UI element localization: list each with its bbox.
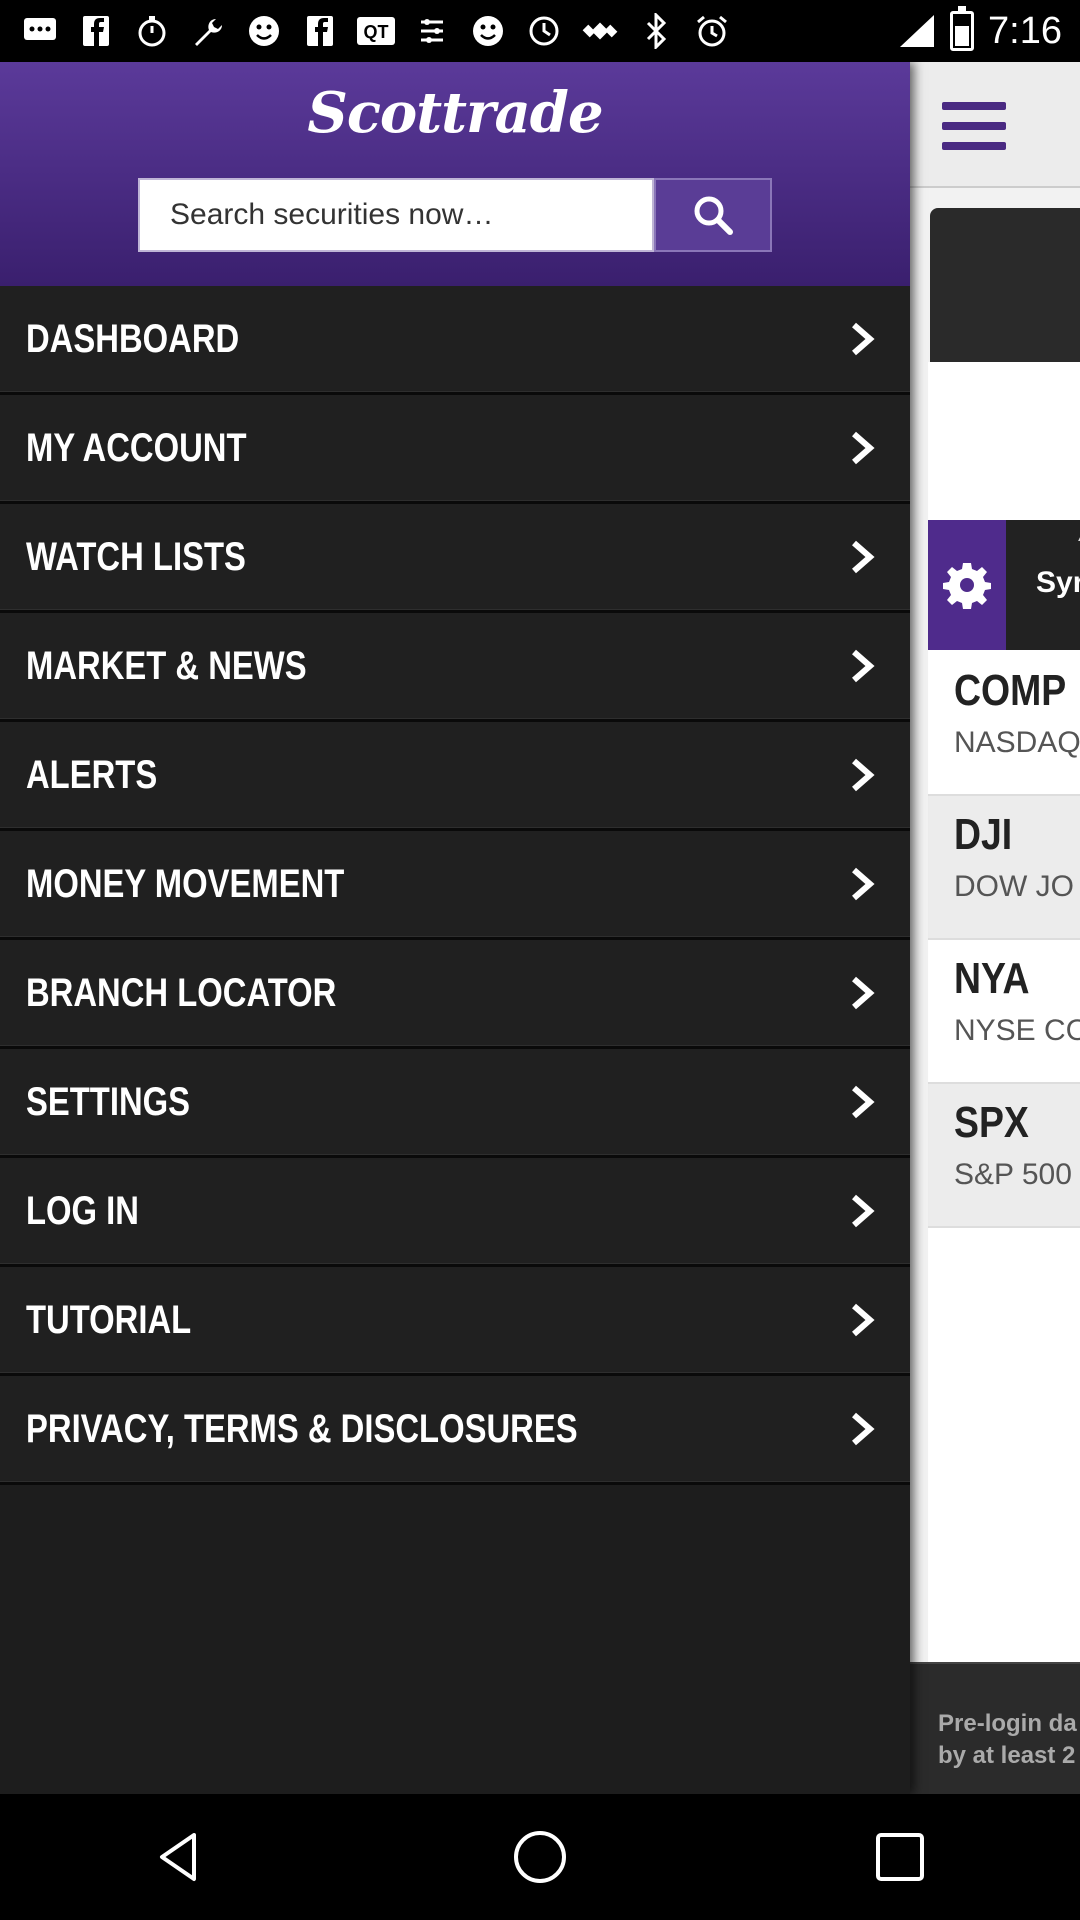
svg-text:QT: QT xyxy=(364,22,389,42)
chevron-right-icon xyxy=(846,1082,880,1122)
symbol-bar: ^ Syr xyxy=(928,520,1080,650)
search-bar xyxy=(138,178,772,252)
background-panel xyxy=(930,208,1080,364)
timer-icon xyxy=(522,9,566,53)
smiley-icon xyxy=(466,9,510,53)
facebook-icon xyxy=(74,9,118,53)
quote-row[interactable]: NYA NYSE CO xyxy=(928,940,1080,1084)
status-icons: QT xyxy=(18,9,734,53)
settings-icon xyxy=(410,9,454,53)
quote-symbol: NYA xyxy=(954,954,1030,1003)
home-button[interactable] xyxy=(495,1812,585,1902)
status-time: 7:16 xyxy=(988,9,1062,52)
bluetooth-icon xyxy=(634,9,678,53)
menu-item-dashboard[interactable]: DASHBOARD xyxy=(0,286,910,395)
quote-symbol: DJI xyxy=(954,810,1013,859)
menu-item-market-news[interactable]: MARKET & NEWS xyxy=(0,613,910,722)
menu-item-my-account[interactable]: MY ACCOUNT xyxy=(0,395,910,504)
signal-icon xyxy=(898,13,936,49)
menu-item-label: LOG IN xyxy=(26,1188,139,1233)
quote-name: DOW JO xyxy=(954,870,1074,903)
disclaimer-line: by at least 2 xyxy=(938,1742,1076,1769)
recents-icon xyxy=(876,1833,924,1881)
qt-icon: QT xyxy=(354,9,398,53)
background-content: ^ Syr COMP NASDAQ DJI DOW JO NYA NYSE CO… xyxy=(910,62,1080,1794)
quote-name: S&P 500 xyxy=(954,1158,1072,1191)
chevron-right-icon xyxy=(846,1191,880,1231)
chevron-right-icon xyxy=(846,428,880,468)
chevron-right-icon xyxy=(846,864,880,904)
symbol-bar-text: Syr xyxy=(1036,566,1080,599)
disclaimer-footer: Pre-login da by at least 2 xyxy=(910,1662,1080,1794)
quote-row[interactable]: DJI DOW JO xyxy=(928,796,1080,940)
menu-item-label: WATCH LISTS xyxy=(26,534,246,579)
menu-item-label: PRIVACY, TERMS & DISCLOSURES xyxy=(26,1406,578,1451)
chevron-right-icon xyxy=(846,646,880,686)
quote-symbol: SPX xyxy=(954,1098,1029,1147)
quote-row[interactable]: SPX S&P 500 xyxy=(928,1084,1080,1228)
scottrade-logo: Scottrade xyxy=(307,80,603,146)
menu-item-log-in[interactable]: LOG IN xyxy=(0,1158,910,1267)
search-button[interactable] xyxy=(654,178,772,252)
status-right: 7:16 xyxy=(898,6,1062,53)
home-icon xyxy=(514,1831,566,1883)
menu-item-label: BRANCH LOCATOR xyxy=(26,970,337,1015)
gps-icon xyxy=(578,9,622,53)
back-button[interactable] xyxy=(135,1812,225,1902)
gear-icon[interactable] xyxy=(928,520,1006,650)
search-icon xyxy=(694,196,733,235)
facebook-icon xyxy=(298,9,342,53)
menu-icon[interactable] xyxy=(942,102,1006,150)
search-input[interactable] xyxy=(138,178,654,252)
menu-item-label: TUTORIAL xyxy=(26,1297,192,1342)
system-nav-bar xyxy=(0,1794,1080,1920)
menu-item-label: DASHBOARD xyxy=(26,316,240,361)
alarm-icon xyxy=(690,9,734,53)
quote-name: NASDAQ xyxy=(954,726,1080,759)
menu-item-money-movement[interactable]: MONEY MOVEMENT xyxy=(0,831,910,940)
menu-item-label: SETTINGS xyxy=(26,1079,191,1124)
battery-icon xyxy=(950,6,975,51)
menu-item-alerts[interactable]: ALERTS xyxy=(0,722,910,831)
wrench-icon xyxy=(186,9,230,53)
menu-item-privacy-terms[interactable]: PRIVACY, TERMS & DISCLOSURES xyxy=(0,1376,910,1485)
quote-name: NYSE CO xyxy=(954,1014,1080,1047)
stopwatch-icon xyxy=(130,9,174,53)
menu-item-settings[interactable]: SETTINGS xyxy=(0,1049,910,1158)
chevron-right-icon xyxy=(846,973,880,1013)
quote-row[interactable]: COMP NASDAQ xyxy=(928,652,1080,796)
drawer-menu: DASHBOARD MY ACCOUNT WATCH LISTS MARKET … xyxy=(0,286,910,1485)
status-bar: QT 7:16 xyxy=(0,0,1080,62)
menu-item-branch-locator[interactable]: BRANCH LOCATOR xyxy=(0,940,910,1049)
chevron-right-icon xyxy=(846,319,880,359)
menu-item-label: MARKET & NEWS xyxy=(26,643,307,688)
chevron-right-icon xyxy=(846,1409,880,1449)
menu-item-watch-lists[interactable]: WATCH LISTS xyxy=(0,504,910,613)
back-icon xyxy=(160,1833,196,1881)
chevron-right-icon xyxy=(846,755,880,795)
disclaimer-line: Pre-login da xyxy=(938,1710,1077,1737)
chevron-right-icon xyxy=(846,537,880,577)
menu-item-tutorial[interactable]: TUTORIAL xyxy=(0,1267,910,1376)
menu-item-label: ALERTS xyxy=(26,752,158,797)
drawer-header: Scottrade xyxy=(0,62,910,286)
quote-symbol: COMP xyxy=(954,666,1067,715)
menu-item-label: MY ACCOUNT xyxy=(26,425,247,470)
menu-item-label: MONEY MOVEMENT xyxy=(26,861,345,906)
chat-icon xyxy=(18,9,62,53)
smiley-icon xyxy=(242,9,286,53)
navigation-drawer: Scottrade DASHBOARD MY ACCOUNT WATCH LIS… xyxy=(0,62,910,1794)
background-header xyxy=(910,62,1080,188)
recents-button[interactable] xyxy=(855,1812,945,1902)
chevron-right-icon xyxy=(846,1300,880,1340)
